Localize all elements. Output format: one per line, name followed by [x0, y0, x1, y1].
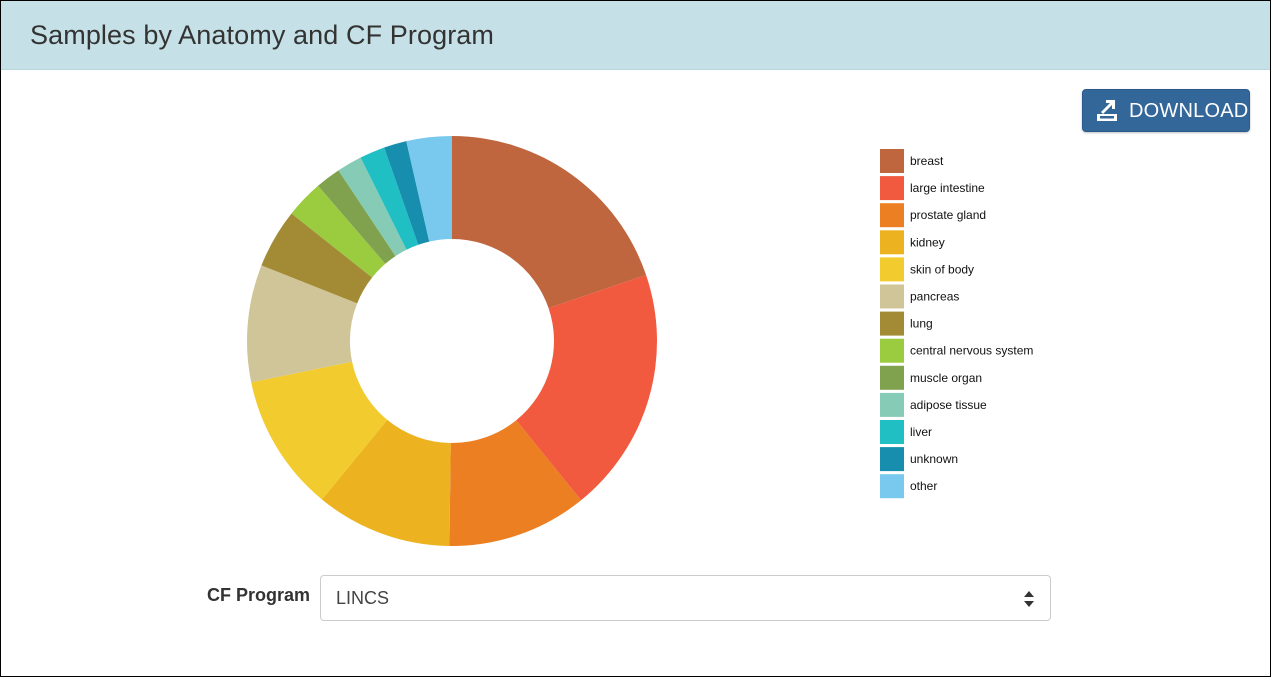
- legend-swatch: [880, 338, 904, 363]
- legend-swatch: [880, 149, 904, 173]
- cf-program-label: CF Program: [207, 585, 311, 605]
- legend-label: pancreas: [910, 290, 959, 304]
- legend-swatch: [880, 230, 904, 255]
- sort-caret-icon: [1024, 591, 1034, 607]
- legend-label: kidney: [910, 235, 945, 249]
- legend-item[interactable]: pancreas: [880, 284, 959, 309]
- chart-panel: Samples by Anatomy and CF Program breast…: [0, 0, 1271, 677]
- legend-item[interactable]: central nervous system: [880, 338, 1033, 363]
- legend-swatch: [880, 447, 904, 472]
- legend-item[interactable]: kidney: [880, 230, 945, 255]
- cf-program-selected-value: LINCS: [336, 588, 390, 608]
- legend-label: skin of body: [910, 262, 974, 276]
- legend-item[interactable]: large intestine: [880, 176, 985, 201]
- legend-swatch: [880, 284, 904, 309]
- chart-legend: breast large intestine prostate gland kidne…: [880, 149, 1033, 499]
- legend-label: adipose tissue: [910, 398, 987, 412]
- legend-swatch: [880, 420, 904, 444]
- legend-item[interactable]: skin of body: [880, 257, 974, 282]
- download-label: DOWNLOAD: [1129, 100, 1249, 122]
- legend-swatch: [880, 474, 904, 499]
- legend-item[interactable]: adipose tissue: [880, 392, 987, 417]
- legend-label: liver: [910, 425, 932, 439]
- legend-label: muscle organ: [910, 371, 982, 385]
- donut-slices: [246, 136, 657, 546]
- legend-label: central nervous system: [910, 344, 1033, 358]
- legend-swatch: [880, 176, 904, 201]
- legend-item[interactable]: unknown: [880, 447, 958, 472]
- legend-item[interactable]: prostate gland: [880, 203, 986, 228]
- legend-swatch: [880, 203, 904, 228]
- legend-label: lung: [910, 317, 933, 331]
- cf-program-select[interactable]: LINCS: [320, 575, 1051, 621]
- legend-item[interactable]: lung: [880, 311, 933, 336]
- download-icon: [1097, 100, 1117, 121]
- legend-item[interactable]: muscle organ: [880, 365, 982, 390]
- legend-item[interactable]: other: [880, 474, 937, 499]
- pie-slice-breast[interactable]: [452, 136, 647, 309]
- legend-label: other: [910, 479, 937, 493]
- legend-item[interactable]: liver: [880, 420, 932, 444]
- download-button[interactable]: DOWNLOAD: [1082, 89, 1250, 132]
- legend-label: breast: [910, 154, 944, 168]
- legend-swatch: [880, 311, 904, 336]
- legend-item[interactable]: breast: [880, 149, 944, 173]
- legend-label: large intestine: [910, 181, 985, 195]
- legend-swatch: [880, 257, 904, 282]
- legend-swatch: [880, 365, 904, 390]
- legend-swatch: [880, 392, 904, 417]
- legend-label: prostate gland: [910, 208, 986, 222]
- legend-label: unknown: [910, 452, 958, 466]
